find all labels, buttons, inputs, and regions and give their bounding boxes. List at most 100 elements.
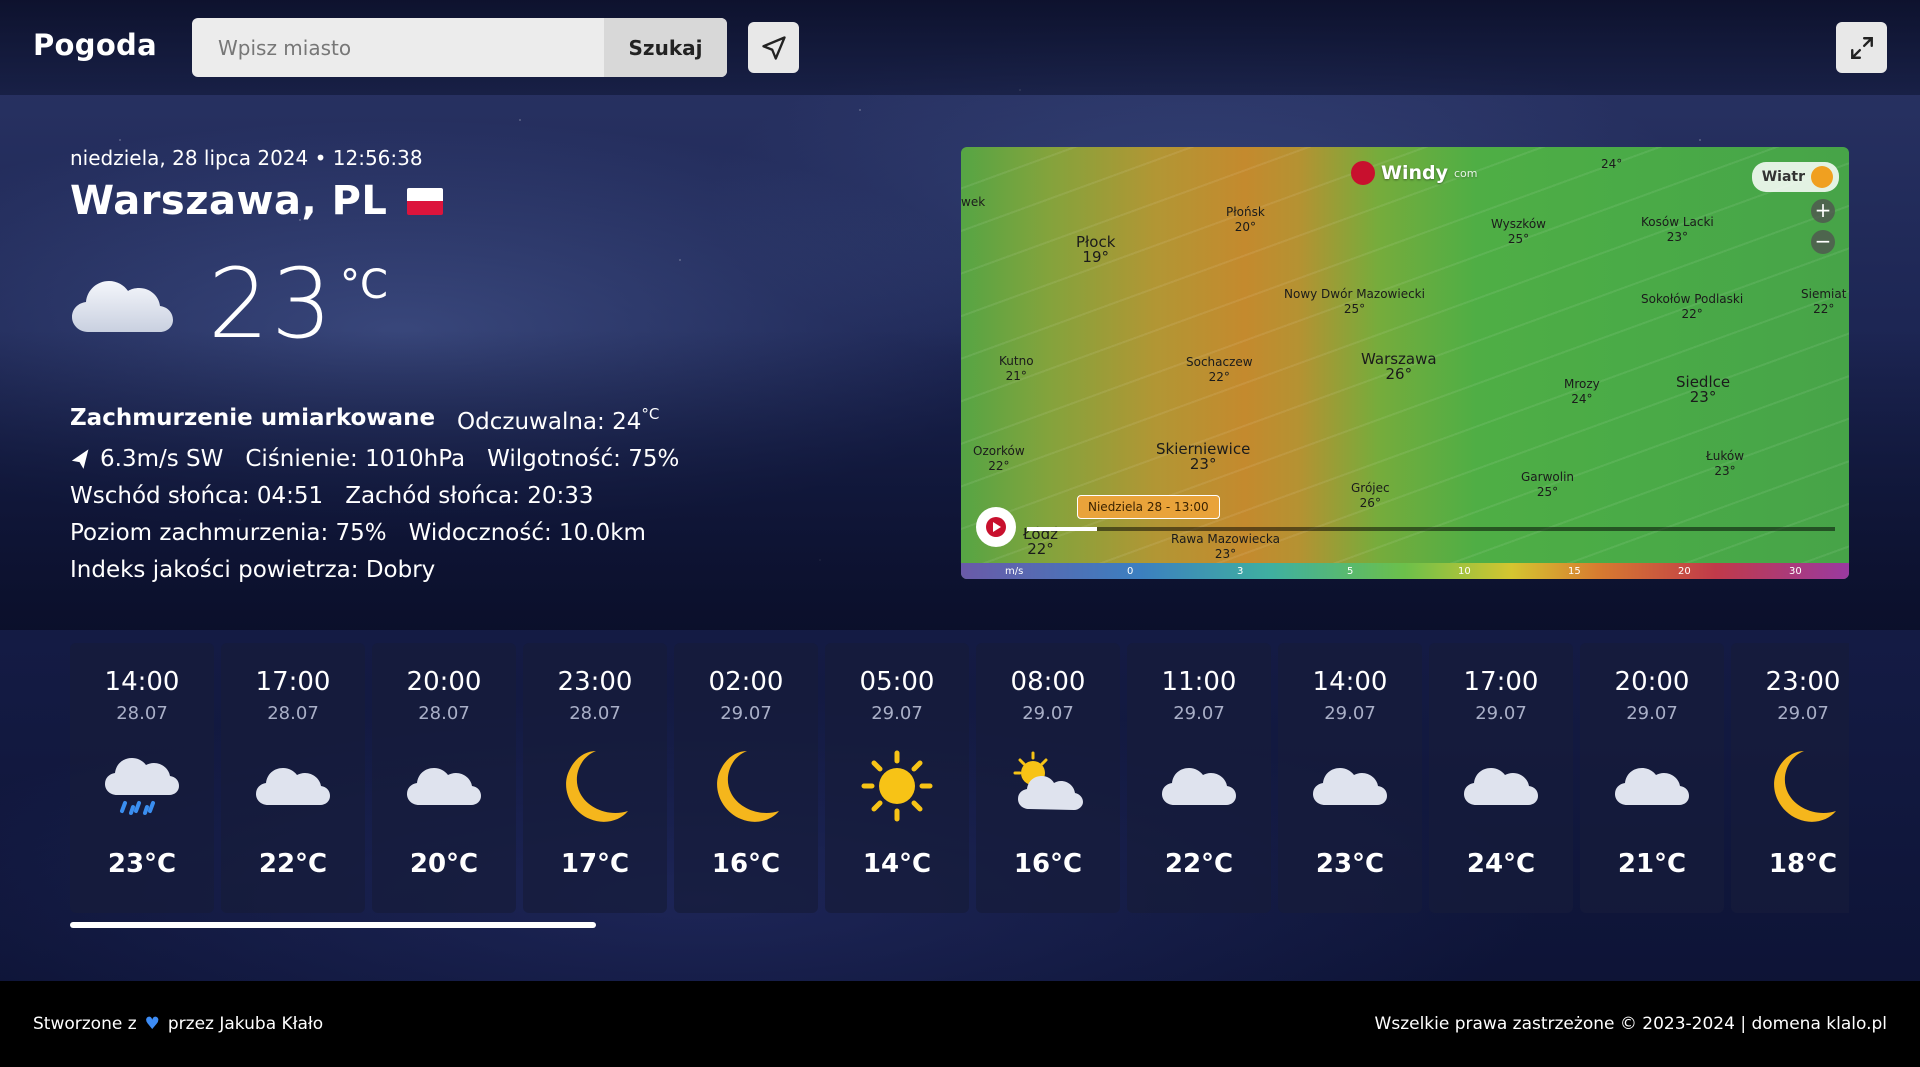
windy-logo[interactable]: Windy com [1351,161,1477,185]
geolocation-button[interactable] [748,22,799,73]
footer-credits: Stworzone z ♥ przez Jakuba Kłało [33,1014,324,1034]
map-time-label: Niedziela 28 - 13:00 [1077,495,1220,519]
scale-unit: m/s [1005,565,1024,577]
map-city-label: Kutno 21° [999,354,1034,383]
footer: Stworzone z ♥ przez Jakuba Kłało Wszelki… [0,981,1920,1067]
forecast-card[interactable]: 02:00 29.07 16°C [674,643,818,913]
forecast-date: 28.07 [569,703,621,724]
expand-icon [1850,36,1873,59]
map-city-label: Kosów Lacki 23° [1641,215,1714,244]
hourly-forecast[interactable]: 14:00 28.07 23°C 17:00 28.07 22°C 20:00 28.07 20… [70,643,1849,913]
weather-details: Zachmurzenie umiarkowane Odczuwalna: 24°… [70,396,679,589]
scale-tick: 20 [1678,565,1691,577]
zoom-in-button[interactable]: + [1811,199,1835,223]
scale-tick: 15 [1568,565,1581,577]
scale-tick: 0 [1127,565,1134,577]
heart-icon: ♥ [144,1014,160,1034]
map-city-label: Łódź 22° [1023,525,1059,558]
map-city-label: Siedlce 23° [1676,373,1731,406]
feels-like: Odczuwalna: 24°C [457,405,660,435]
search-button[interactable]: Szukaj [604,18,727,77]
search-bar: Szukaj [192,18,727,77]
forecast-card[interactable]: 14:00 29.07 23°C [1278,643,1422,913]
forecast-card[interactable]: 23:00 28.07 17°C [523,643,667,913]
forecast-temp: 24°C [1466,849,1536,879]
map-city-label: Skierniewice 23° [1156,440,1251,473]
current-datetime: niedziela, 28 lipca 2024 • 12:56:38 [70,146,423,170]
forecast-time: 17:00 [255,667,331,697]
forecast-time: 20:00 [406,667,482,697]
map-city-label: Nowy Dwór Mazowiecki 25° [1284,287,1425,316]
forecast-time: 02:00 [708,667,784,697]
map-city-label: 24° [1601,157,1623,171]
scale-tick: 10 [1458,565,1471,577]
forecast-card[interactable]: 14:00 28.07 23°C [70,643,214,913]
map-city-label: Siemiat 22° [1801,287,1847,316]
forecast-date: 29.07 [1626,703,1678,724]
forecast-date: 29.07 [720,703,772,724]
forecast-time: 05:00 [859,667,935,697]
forecast-scrollbar[interactable] [70,922,596,928]
forecast-card[interactable]: 20:00 29.07 21°C [1580,643,1724,913]
map-city-label: Płock 19° [1076,233,1116,266]
map-city-label: Wyszków 25° [1491,217,1546,246]
app-logo[interactable]: Pogoda [33,28,157,62]
forecast-temp: 18°C [1768,849,1838,879]
forecast-temp: 22°C [1164,849,1234,879]
windy-logo-icon [1351,161,1375,185]
fullscreen-button[interactable] [1836,22,1887,73]
sun-icon [858,747,936,825]
windy-map[interactable]: Windy com Wiatr + − wek Płock 19° Płońsk 20° 2… [961,147,1849,579]
map-layer-picker[interactable]: Wiatr [1751,162,1839,192]
forecast-card[interactable]: 17:00 29.07 24°C [1429,643,1573,913]
forecast-temp: 14°C [862,849,932,879]
current-temperature: 23 [208,248,335,360]
cloud-cover: Poziom zachmurzenia: 75% [70,520,387,546]
forecast-time: 14:00 [1312,667,1388,697]
air-quality: Indeks jakości powietrza: Dobry [70,557,436,583]
forecast-date: 29.07 [1324,703,1376,724]
forecast-card[interactable]: 17:00 28.07 22°C [221,643,365,913]
cloud-icon [1311,747,1389,825]
forecast-temp: 22°C [258,849,328,879]
forecast-card[interactable]: 08:00 29.07 16°C [976,643,1120,913]
wind-speed-scale: m/s 0 3 5 10 15 20 30 [961,563,1849,579]
humidity: Wilgotność: 75% [487,446,680,472]
map-city-label: Sokołów Podlaski 22° [1641,292,1744,321]
cloud-icon [70,268,174,340]
scale-tick: 3 [1237,565,1244,577]
forecast-temp: 17°C [560,849,630,879]
map-timeline[interactable] [1027,527,1835,531]
map-city-label: Płońsk 20° [1226,205,1265,234]
forecast-card[interactable]: 23:00 29.07 18°C [1731,643,1849,913]
forecast-temp: 23°C [107,849,177,879]
forecast-temp: 21°C [1617,849,1687,879]
forecast-temp: 16°C [711,849,781,879]
forecast-time: 20:00 [1614,667,1690,697]
cloud-icon [1613,747,1691,825]
forecast-card[interactable]: 05:00 29.07 14°C [825,643,969,913]
header: Pogoda Szukaj [0,0,1920,95]
weather-description: Zachmurzenie umiarkowane [70,405,436,431]
city-name: Warszawa, PL [70,178,388,224]
poland-flag-icon [407,187,444,215]
navigation-arrow-icon [761,35,786,60]
forecast-time: 11:00 [1161,667,1237,697]
cloud-icon [254,747,332,825]
map-city-label: Warszawa 26° [1361,350,1437,383]
city-search-input[interactable] [192,18,604,77]
forecast-date: 29.07 [1022,703,1074,724]
scale-tick: 5 [1347,565,1354,577]
moon-icon [707,747,785,825]
forecast-card[interactable]: 20:00 28.07 20°C [372,643,516,913]
pressure: Ciśnienie: 1010hPa [245,446,466,472]
cloud-icon [405,747,483,825]
forecast-date: 28.07 [116,703,168,724]
forecast-temp: 16°C [1013,849,1083,879]
footer-copyright: Wszelkie prawa zastrzeżone © 2023-2024 |… [1374,1014,1887,1034]
zoom-out-button[interactable]: − [1811,230,1835,254]
forecast-temp: 23°C [1315,849,1385,879]
forecast-time: 08:00 [1010,667,1086,697]
play-button[interactable] [976,507,1016,547]
forecast-card[interactable]: 11:00 29.07 22°C [1127,643,1271,913]
